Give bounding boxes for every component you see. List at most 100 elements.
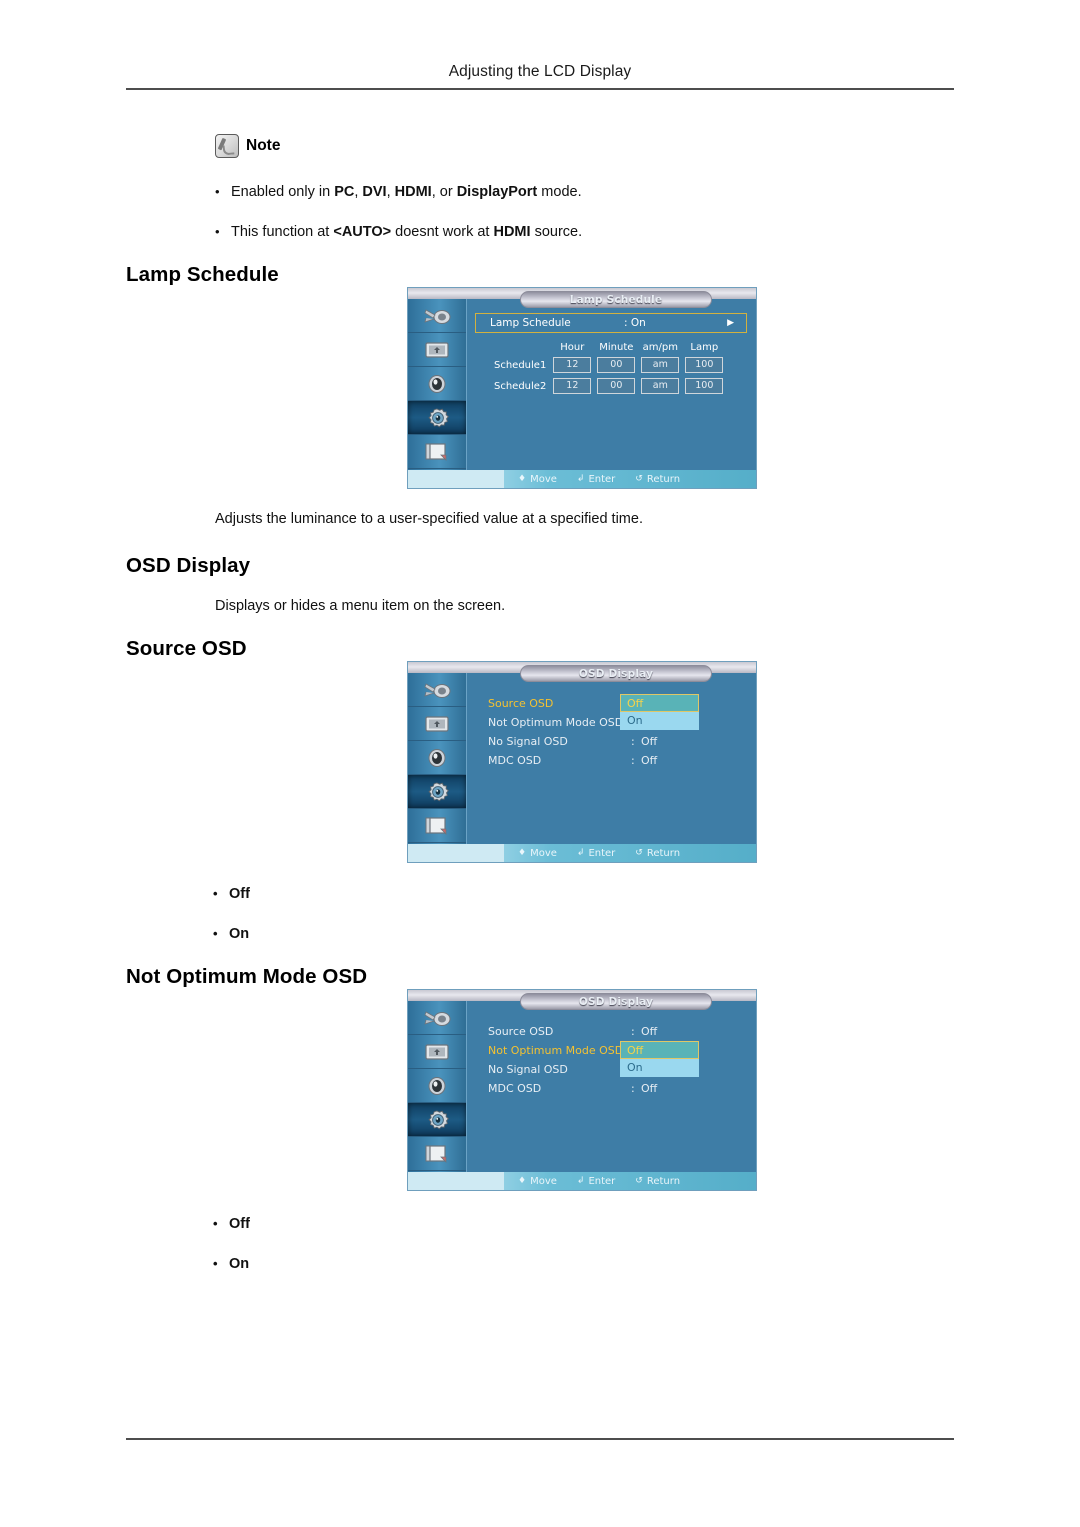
osd-sidebar-item-input[interactable] (408, 299, 466, 333)
cell-value: 12 (553, 357, 592, 373)
heading-source-osd: Source OSD (126, 637, 247, 660)
osd-footer-enter: ↲ Enter (577, 1176, 615, 1187)
source-osd-option-off-label: Off (229, 886, 250, 902)
osd-menu-item-colon: : (631, 754, 635, 767)
sound-speaker-icon (428, 748, 446, 767)
osd-row-value: : On (624, 317, 646, 329)
note-pencil-icon (215, 134, 239, 158)
table-corner (493, 342, 548, 353)
osd-row-lamp-schedule[interactable]: Lamp Schedule : On ▶ (475, 313, 747, 333)
cell-minute-2[interactable]: 00 (596, 377, 636, 395)
picture-icon (425, 715, 449, 732)
osd-dropdown-source-osd[interactable]: Off On (620, 694, 699, 730)
dropdown-option[interactable]: On (620, 1059, 699, 1077)
osd-sidebar-item-setup[interactable] (408, 1103, 466, 1137)
multi-control-icon (425, 816, 447, 835)
cell-ampm-2[interactable]: am (640, 377, 680, 395)
osd-screenshot-source-osd: OSD Display Source OSD Not Optimum Mode … (408, 662, 756, 862)
osd-menu-item-no-signal-osd[interactable]: No Signal OSD : Off (488, 732, 657, 751)
osd-menu-item-label: MDC OSD (488, 754, 542, 767)
osd-footer-return-label: Return (646, 1175, 681, 1187)
osd-menu-item-value: Off (641, 1025, 658, 1038)
cell-lamp-2[interactable]: 100 (684, 377, 724, 395)
source-osd-option-on-label: On (229, 926, 250, 942)
column-header-minute: Minute (599, 342, 634, 353)
osd-footer-move-label: Move (530, 847, 557, 859)
osd-content: Lamp Schedule : On ▶ Hour Minute am/pm L… (467, 299, 756, 470)
cell-hour-1[interactable]: 12 (552, 356, 592, 374)
osd-sidebar-item-multi-control[interactable] (408, 435, 466, 469)
osd-screenshot-lamp-schedule: Lamp Schedule Lamp Schedule: On ▶ Hour … (408, 288, 756, 488)
note-block: Note (215, 134, 280, 158)
sound-speaker-icon (428, 1076, 446, 1095)
osd-sidebar-item-picture[interactable] (408, 1035, 466, 1069)
osd-sidebar-item-sound[interactable] (408, 741, 466, 775)
osd-footer-enter: ↲ Enter (577, 474, 615, 485)
osd-footer-return: ↺ Return (635, 474, 680, 485)
osd-content: Source OSD : Off Not Optimum Mode OSD : … (467, 1001, 756, 1172)
bullet-marker: • (213, 1256, 218, 1271)
cell-minute-1[interactable]: 00 (596, 356, 636, 374)
osd-menu-item-mdc-osd[interactable]: MDC OSD : Off (488, 1079, 657, 1098)
osd-sidebar-item-setup[interactable] (408, 775, 466, 809)
dropdown-option[interactable]: On (620, 712, 699, 730)
cell-value: 12 (553, 378, 592, 394)
input-source-icon (424, 1010, 451, 1026)
enter-icon: ↲ (576, 1175, 585, 1186)
osd-menu-item-colon: : (631, 1025, 635, 1038)
osd-dropdown-not-optimum-mode-osd[interactable]: Off On (620, 1041, 699, 1077)
osd-footer-enter: ↲ Enter (577, 848, 615, 859)
footer-divider (126, 1438, 954, 1440)
osd-sidebar-item-input[interactable] (408, 673, 466, 707)
dropdown-option-selected[interactable]: Off (620, 1041, 699, 1059)
table-row: Schedule2 12 00 am 100 (493, 377, 724, 395)
osd-content: Source OSD : Not Optimum Mode OSD : No S… (467, 673, 756, 844)
osd-footer-enter-label: Enter (588, 1175, 616, 1187)
column-header-hour: Hour (560, 342, 585, 353)
return-icon: ↺ (635, 847, 643, 858)
osd-menu-item-colon: : (631, 735, 635, 748)
dropdown-option-selected[interactable]: Off (620, 694, 699, 712)
lamp-schedule-description: Adjusts the luminance to a user-specifie… (215, 511, 643, 527)
cell-lamp-1[interactable]: 100 (684, 356, 724, 374)
chevron-right-icon: ▶ (727, 317, 734, 328)
osd-sidebar-item-multi-control[interactable] (408, 1137, 466, 1171)
cell-value: am (641, 378, 680, 394)
cell-value: 100 (685, 378, 724, 394)
osd-menu-item-label: MDC OSD (488, 1082, 542, 1095)
osd-sidebar-item-sound[interactable] (408, 1069, 466, 1103)
bullet-marker: • (215, 184, 220, 199)
not-optimum-option-on: • On (213, 1256, 249, 1272)
osd-sidebar-item-input[interactable] (408, 1001, 466, 1035)
osd-footer-return-label: Return (646, 473, 681, 485)
not-optimum-option-on-label: On (229, 1256, 250, 1272)
note-label: Note (246, 137, 281, 154)
note-bullet-1-text: Enabled only in PC, DVI, HDMI, or Displa… (231, 184, 582, 200)
source-osd-option-on: • On (213, 926, 249, 942)
cell-ampm-1[interactable]: am (640, 356, 680, 374)
osd-menu-item-mdc-osd[interactable]: MDC OSD : Off (488, 751, 657, 770)
osd-footer-enter-label: Enter (588, 473, 616, 485)
move-diamond-icon: ♦ (518, 847, 527, 858)
enter-icon: ↲ (576, 473, 585, 484)
sound-speaker-icon (428, 374, 446, 393)
osd-sidebar-item-setup[interactable] (408, 401, 466, 435)
cell-value: 00 (597, 357, 636, 373)
osd-sidebar (408, 1001, 467, 1172)
note-bullet-1: • Enabled only in PC, DVI, HDMI, or Disp… (215, 184, 582, 200)
osd-row-label: Lamp Schedule (490, 317, 571, 329)
osd-menu-item-source-osd[interactable]: Source OSD : Off (488, 1022, 657, 1041)
cell-hour-2[interactable]: 12 (552, 377, 592, 395)
table-row: Schedule1 12 00 am 100 (493, 356, 724, 374)
osd-sidebar-item-picture[interactable] (408, 333, 466, 367)
osd-menu-item-label: Not Optimum Mode OSD (488, 1044, 624, 1057)
osd-footer-move-label: Move (530, 473, 557, 485)
osd-screenshot-not-optimum-mode-osd: OSD Display Source OSD: Off Not Optimum… (408, 990, 756, 1190)
osd-sidebar-item-multi-control[interactable] (408, 809, 466, 843)
multi-control-icon (425, 1144, 447, 1163)
row-label-schedule1: Schedule1 (494, 359, 547, 371)
input-source-icon (424, 308, 451, 324)
osd-sidebar-item-sound[interactable] (408, 367, 466, 401)
osd-sidebar-item-picture[interactable] (408, 707, 466, 741)
osd-footer-enter-label: Enter (588, 847, 616, 859)
